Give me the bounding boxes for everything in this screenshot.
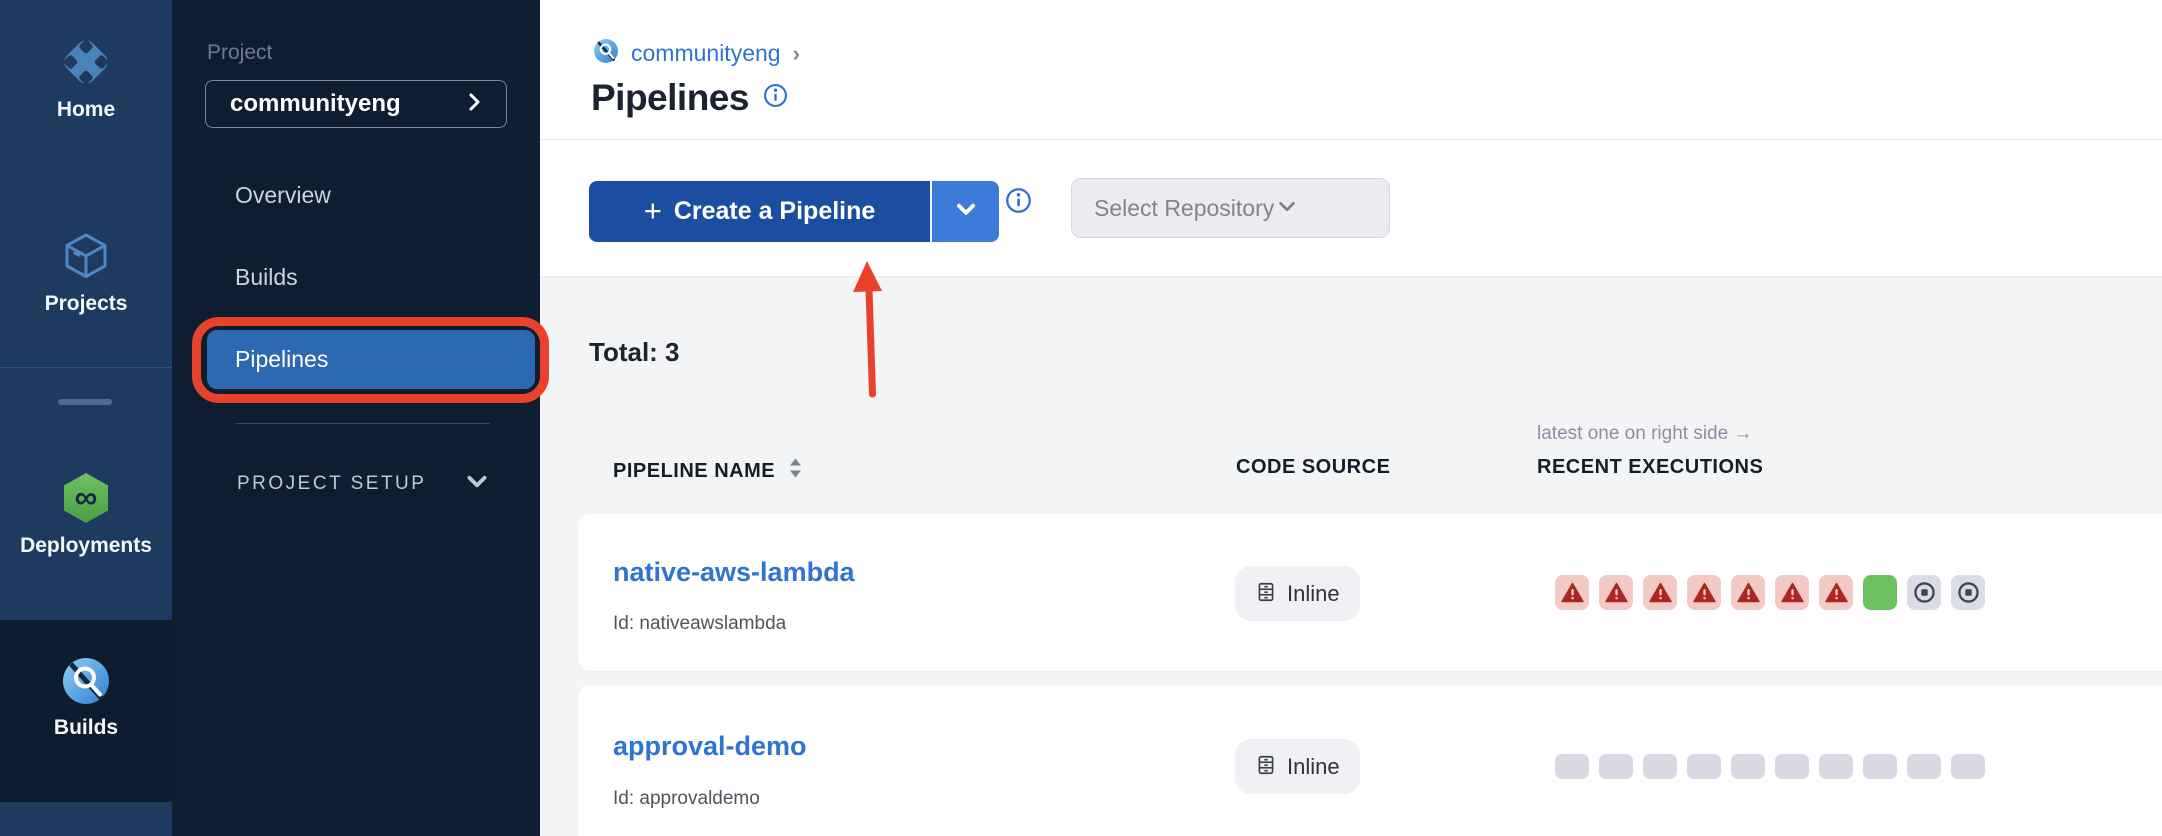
- rail-label-deployments: Deployments: [0, 535, 172, 556]
- execution-status-failed[interactable]: [1731, 575, 1765, 610]
- chevron-down-icon: [464, 468, 490, 499]
- executions-note: latest one on right side →: [1537, 424, 1752, 443]
- recent-executions-row: [1555, 749, 1985, 784]
- chevron-down-icon: [953, 196, 979, 227]
- plus-icon: +: [644, 195, 662, 226]
- execution-status-failed[interactable]: [1687, 575, 1721, 610]
- execution-status-empty: [1863, 754, 1897, 779]
- execution-status-empty: [1687, 754, 1721, 779]
- pipeline-id: Id: approvaldemo: [613, 789, 760, 808]
- rail-item-deployments[interactable]: ∞ Deployments: [0, 471, 172, 556]
- rail-divider: [0, 367, 172, 368]
- execution-status-failed[interactable]: [1555, 575, 1589, 610]
- project-setup-label: PROJECT SETUP: [237, 474, 426, 493]
- execution-status-empty: [1555, 754, 1589, 779]
- breadcrumb-separator: ›: [793, 43, 800, 65]
- project-panel: Project communityeng Overview Builds Pip…: [172, 0, 540, 836]
- create-pipeline-button-group: + Create a Pipeline: [589, 181, 999, 242]
- sort-icon: [789, 457, 802, 484]
- panel-menu-overview[interactable]: Overview: [235, 184, 331, 207]
- panel-divider: [235, 423, 490, 424]
- execution-status-failed[interactable]: [1775, 575, 1809, 610]
- select-repository-dropdown[interactable]: Select Repository: [1071, 178, 1390, 238]
- breadcrumb-project-link[interactable]: communityeng: [631, 42, 781, 65]
- inline-drawer-icon: [1255, 581, 1277, 607]
- execution-status-success[interactable]: [1863, 575, 1897, 610]
- cube-icon: [57, 227, 115, 290]
- recent-executions-row: [1555, 575, 1985, 610]
- home-grid-icon: [57, 33, 115, 96]
- rail-item-projects[interactable]: Projects: [0, 227, 172, 314]
- code-source-label: Inline: [1287, 756, 1340, 778]
- info-icon[interactable]: [763, 83, 788, 113]
- panel-menu-pipelines-label: Pipelines: [235, 348, 328, 371]
- project-setup-toggle[interactable]: PROJECT SETUP: [237, 468, 490, 499]
- execution-status-empty: [1775, 754, 1809, 779]
- project-selector-value: communityeng: [230, 92, 462, 116]
- pipelines-list-area: Total: 3 PIPELINE NAME CODE SOURCE lates…: [540, 276, 2162, 836]
- pipeline-id: Id: nativeawslambda: [613, 614, 786, 633]
- main-content: communityeng › Pipelines + Create a P: [540, 0, 2162, 836]
- select-repository-placeholder: Select Repository: [1094, 197, 1274, 220]
- code-source-badge: Inline: [1235, 739, 1360, 794]
- column-header-pipeline-name: PIPELINE NAME: [613, 461, 775, 481]
- execution-status-empty: [1599, 754, 1633, 779]
- page-header: communityeng › Pipelines: [540, 0, 2162, 140]
- icon-rail: Home Projects: [0, 0, 172, 836]
- chevron-right-icon: [462, 90, 486, 119]
- inline-drawer-icon: [1255, 754, 1277, 780]
- create-pipeline-button[interactable]: + Create a Pipeline: [589, 181, 930, 242]
- execution-status-empty: [1907, 754, 1941, 779]
- create-pipeline-caret-button[interactable]: [932, 181, 999, 242]
- rail-item-home[interactable]: Home: [0, 33, 172, 120]
- rail-label-home: Home: [0, 99, 172, 120]
- sort-by-pipeline-name[interactable]: PIPELINE NAME: [613, 457, 802, 484]
- execution-status-terminated[interactable]: [1907, 575, 1941, 610]
- execution-status-empty: [1643, 754, 1677, 779]
- total-count: Total: 3: [589, 339, 680, 365]
- rail-label-projects: Projects: [0, 293, 172, 314]
- breadcrumb: communityeng ›: [593, 38, 800, 69]
- column-header-recent-executions: RECENT EXECUTIONS: [1537, 457, 1763, 477]
- code-source-badge: Inline: [1235, 566, 1360, 621]
- execution-status-failed[interactable]: [1643, 575, 1677, 610]
- panel-menu-builds[interactable]: Builds: [235, 266, 298, 289]
- pipeline-row-native-aws-lambda: native-aws-lambda Id: nativeawslambda: [578, 514, 2162, 671]
- project-avatar-icon: [593, 38, 619, 69]
- project-label: Project: [207, 42, 272, 63]
- panel-menu-pipelines[interactable]: Pipelines: [207, 330, 535, 389]
- rail-section-dash: [58, 399, 112, 405]
- info-icon[interactable]: [1005, 187, 1032, 219]
- execution-status-empty: [1731, 754, 1765, 779]
- gitops-infinity-icon: ∞: [59, 471, 113, 530]
- execution-status-empty: [1951, 754, 1985, 779]
- project-selector[interactable]: communityeng: [205, 80, 507, 128]
- build-magnifier-icon: [61, 656, 111, 711]
- execution-status-empty: [1819, 754, 1853, 779]
- execution-status-terminated[interactable]: [1951, 575, 1985, 610]
- create-pipeline-label: Create a Pipeline: [674, 199, 875, 224]
- chevron-down-icon: [1274, 193, 1369, 223]
- execution-status-failed[interactable]: [1599, 575, 1633, 610]
- rail-item-builds[interactable]: Builds: [0, 656, 172, 738]
- pipeline-row-approval-demo: approval-demo Id: approvaldemo Inli: [578, 685, 2162, 836]
- pipeline-name-link[interactable]: approval-demo: [613, 733, 807, 760]
- page-title: Pipelines: [591, 76, 749, 120]
- toolbar: + Create a Pipeline: [540, 140, 2162, 276]
- code-source-label: Inline: [1287, 583, 1340, 605]
- svg-text:∞: ∞: [75, 479, 98, 515]
- column-header-code-source: CODE SOURCE: [1236, 457, 1390, 477]
- rail-label-builds: Builds: [0, 717, 172, 738]
- execution-status-failed[interactable]: [1819, 575, 1853, 610]
- app-screen: Home Projects: [0, 0, 2162, 836]
- pipeline-name-link[interactable]: native-aws-lambda: [613, 559, 855, 586]
